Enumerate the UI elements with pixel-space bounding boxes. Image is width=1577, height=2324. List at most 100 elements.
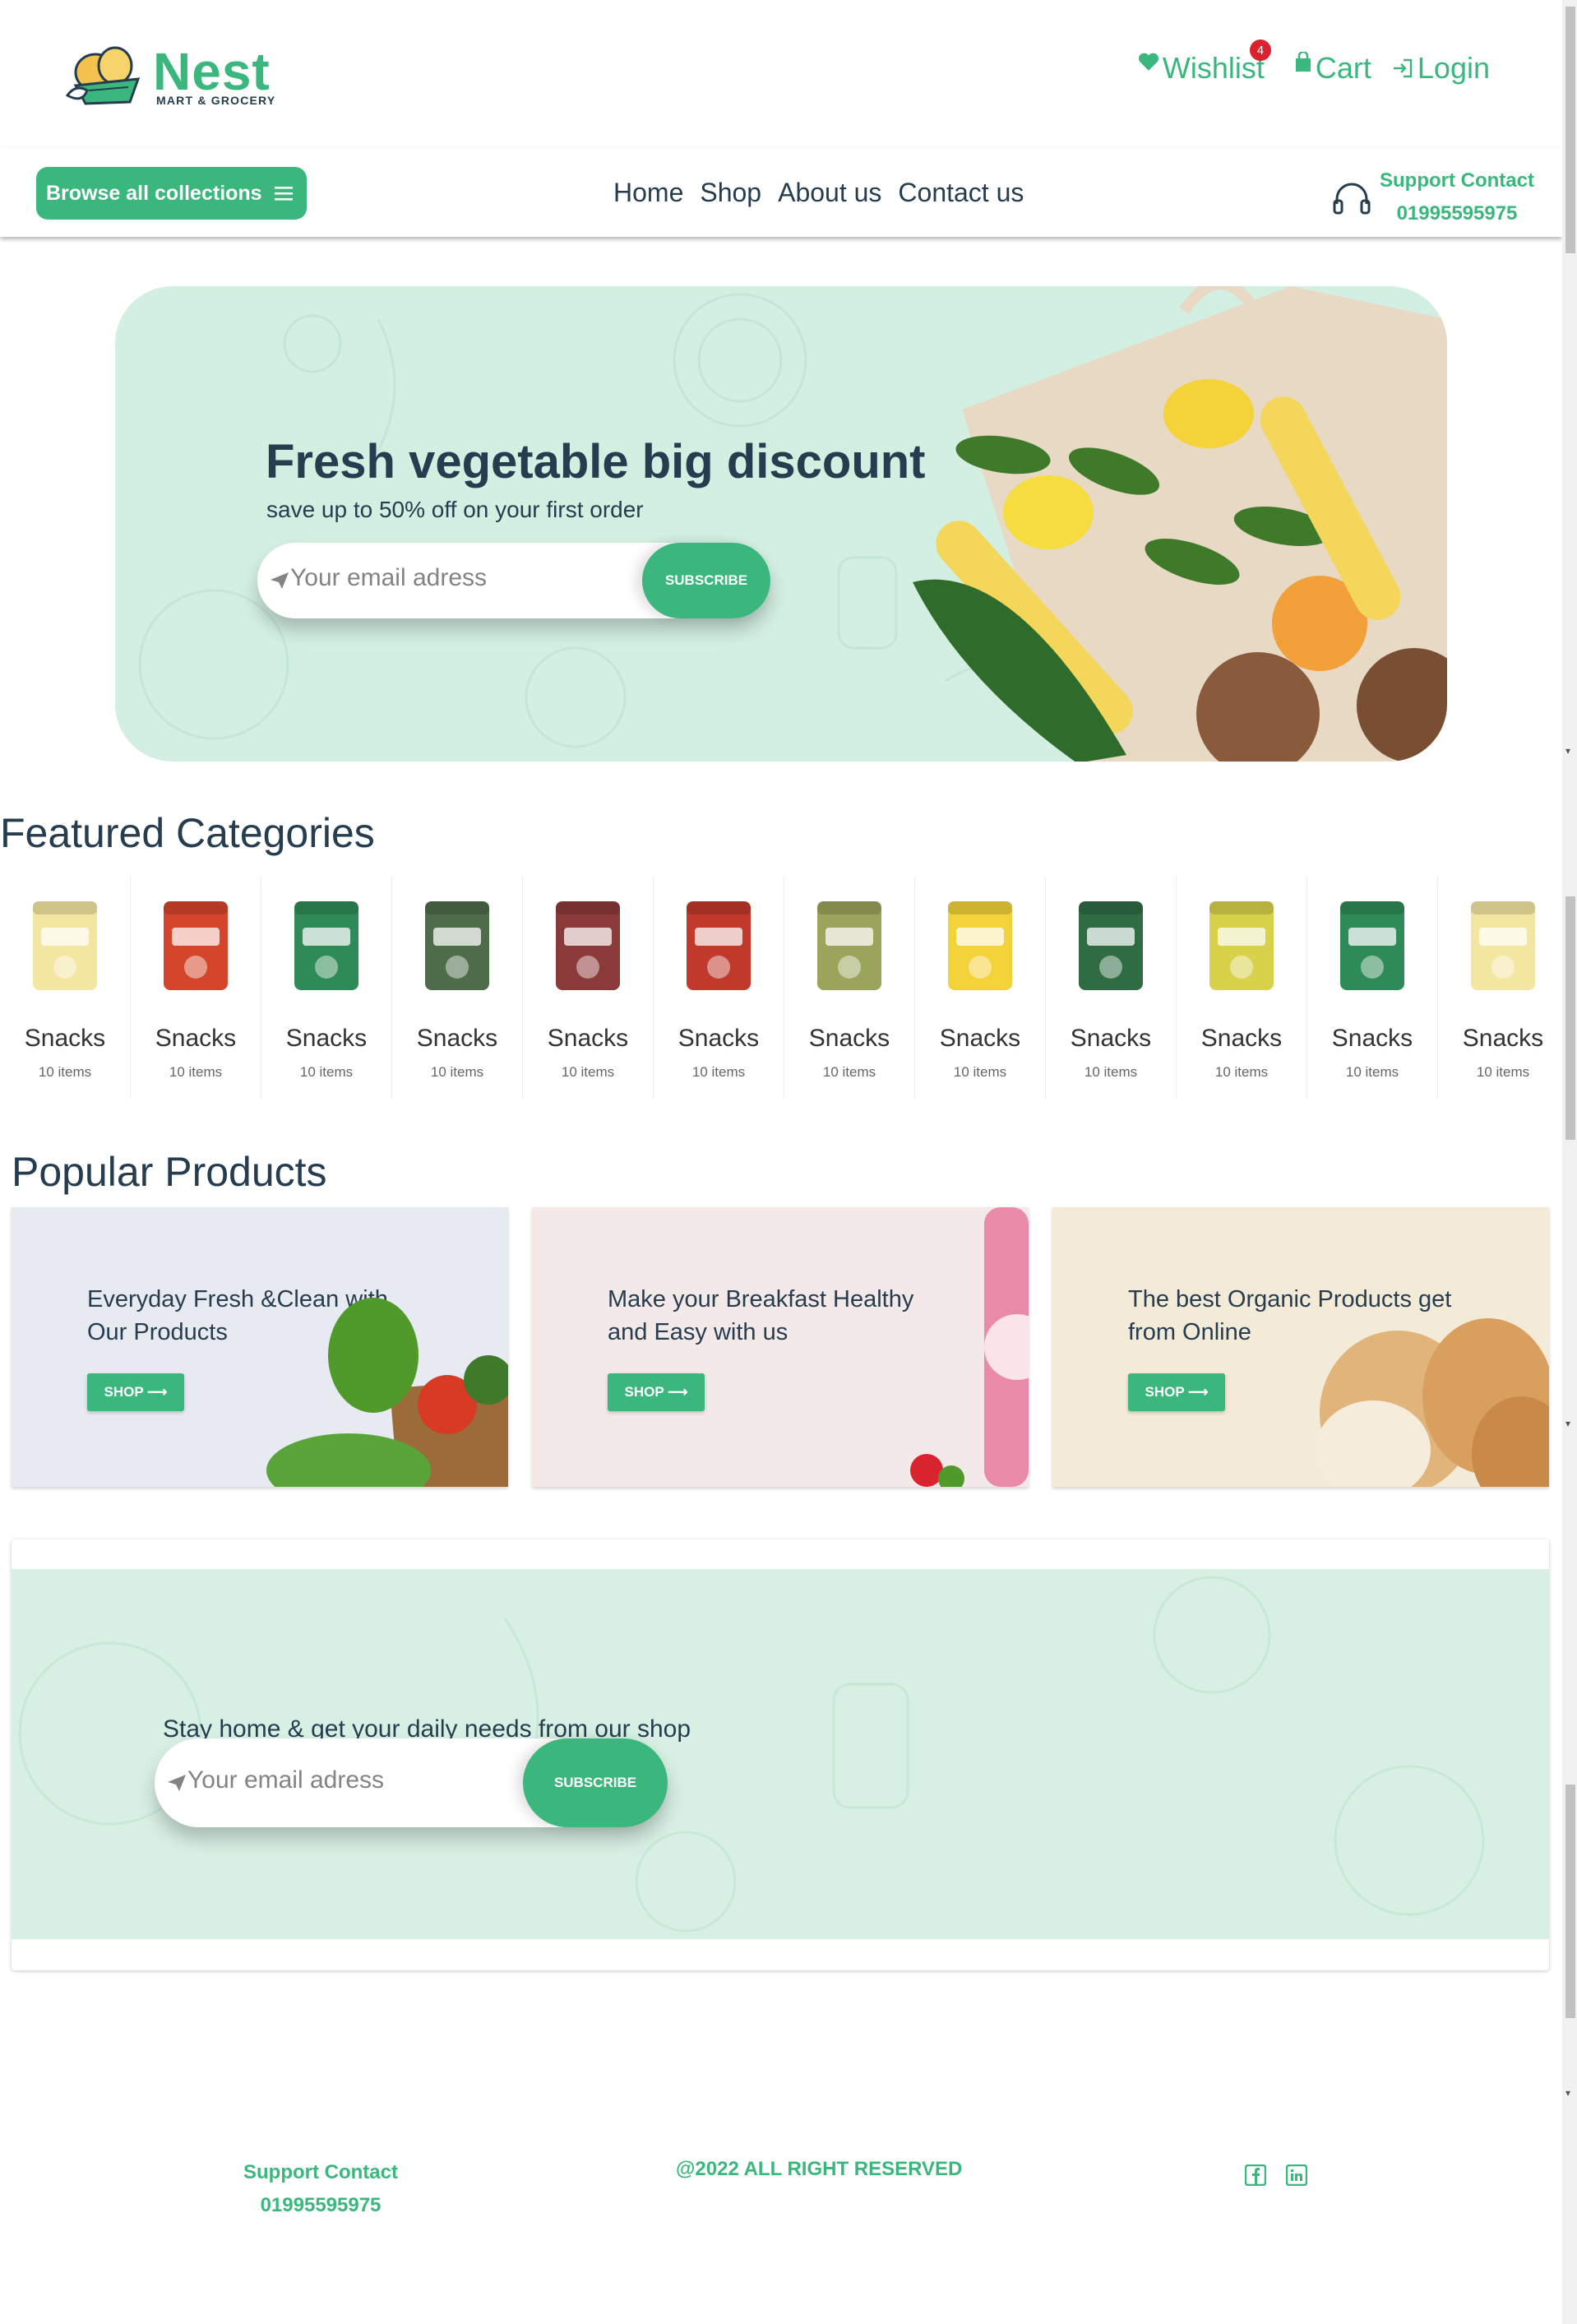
cart-link[interactable]: Cart (1294, 51, 1371, 86)
category-name: Snacks (155, 1025, 237, 1052)
facebook-icon[interactable] (1245, 2164, 1266, 2186)
hero-title: Fresh vegetable big discount (266, 435, 926, 488)
promo-banner[interactable]: Everyday Fresh &Clean with Our Products … (12, 1207, 508, 1487)
nav-link-home[interactable]: Home (613, 178, 683, 208)
shop-button-label: SHOP (624, 1384, 664, 1400)
category-card[interactable]: Snacks 10 items (915, 877, 1046, 1099)
onions-image (1316, 1318, 1549, 1487)
product-package-image (164, 901, 228, 990)
category-card[interactable]: Snacks 10 items (131, 877, 261, 1099)
product-package-image (948, 901, 1012, 990)
nav-link-contact[interactable]: Contact us (898, 178, 1024, 208)
newsletter-email-input[interactable]: Your email adress (187, 1766, 384, 1794)
category-item-count: 10 items (299, 1064, 354, 1080)
wishlist-link[interactable]: Wishlist 4 (1138, 39, 1271, 86)
category-item-count: 10 items (38, 1064, 92, 1080)
featured-categories-list: Snacks 10 items Snacks 10 items Snacks 10 ite… (0, 877, 1569, 1099)
hero-subtitle: save up to 50% off on your first order (266, 497, 644, 522)
heart-icon (1138, 53, 1158, 71)
main-navbar: Browse all collections Home Shop About u… (0, 148, 1562, 237)
promo-banner[interactable]: The best Organic Products get from Onlin… (1052, 1207, 1549, 1487)
login-label: Login (1417, 51, 1490, 85)
linkedin-icon[interactable] (1286, 2164, 1307, 2186)
browse-collections-label: Browse all collections (46, 181, 262, 205)
hero-banner: Fresh vegetable big discount save up to … (115, 286, 1447, 762)
product-package-image (425, 901, 489, 990)
product-package-image (294, 901, 358, 990)
support-contact[interactable]: Support Contact 01995595975 (1332, 164, 1534, 230)
category-card[interactable]: Snacks 10 items (0, 877, 131, 1099)
login-link[interactable]: Login (1391, 51, 1490, 86)
newsletter-subscribe-button[interactable]: SUBSCRIBE (523, 1738, 668, 1827)
logo-wordmark: Nest (153, 42, 271, 101)
category-item-count: 10 items (430, 1064, 484, 1080)
vegetables-tote-bag-image (913, 286, 1447, 762)
nav-link-shop[interactable]: Shop (700, 178, 761, 208)
featured-categories-title: Featured Categories (0, 810, 375, 856)
wishlist-count-badge: 4 (1249, 39, 1271, 61)
hero-subscribe-form: Your email adress SUBSCRIBE (257, 543, 770, 618)
category-name: Snacks (416, 1025, 498, 1052)
product-package-image (1079, 901, 1143, 990)
popular-products-title: Popular Products (12, 1149, 327, 1195)
footer-support-title: Support Contact (243, 2161, 398, 2183)
logo-basket-icon (65, 46, 141, 105)
footer-social-links (1245, 2164, 1307, 2186)
product-package-image (687, 901, 751, 990)
logo-tagline: MART & GROCERY (156, 94, 276, 107)
header-actions: Wishlist 4 Cart Login (1138, 39, 1490, 86)
top-header: Nest MART & GROCERY Wishlist 4 Cart Logi… (0, 0, 1562, 148)
scrollbar-thumb[interactable] (1565, 896, 1575, 1140)
nav-links: Home Shop About us Contact us (613, 178, 1024, 208)
promo-banner-text: Make your Breakfast Healthy and Easy wit… (608, 1286, 914, 1345)
vegetable-basket-image (266, 1298, 508, 1487)
category-card[interactable]: Snacks 10 items (523, 877, 654, 1099)
footer-support-phone: 01995595975 (260, 2194, 382, 2216)
footer-copyright: @2022 ALL RIGHT RESERVED (676, 2158, 963, 2180)
shop-button[interactable]: SHOP ⟶ (87, 1373, 184, 1411)
category-name: Snacks (285, 1025, 368, 1052)
category-name: Snacks (1462, 1025, 1544, 1052)
hero-subscribe-button[interactable]: SUBSCRIBE (642, 543, 770, 618)
category-card[interactable]: Snacks 10 items (261, 877, 392, 1099)
product-package-image (556, 901, 620, 990)
scroll-down-arrow-icon[interactable]: ▾ (1565, 2087, 1570, 2099)
product-package-image (1471, 901, 1535, 990)
footer-support-contact[interactable]: Support Contact 01995595975 (230, 2156, 411, 2222)
category-card[interactable]: Snacks 10 items (1438, 877, 1569, 1099)
shop-button[interactable]: SHOP ⟶ (608, 1373, 705, 1411)
support-contact-text: Support Contact 01995595975 (1380, 164, 1534, 230)
newsletter-card: Stay home & get your daily needs from ou… (12, 1539, 1549, 1970)
promo-banner[interactable]: Make your Breakfast Healthy and Easy wit… (532, 1207, 1029, 1487)
shopping-bag-icon (1295, 52, 1311, 72)
category-item-count: 10 items (1345, 1064, 1399, 1080)
send-icon (269, 543, 290, 618)
scrollbar-thumb[interactable] (1565, 7, 1575, 253)
category-item-count: 10 items (953, 1064, 1007, 1080)
category-item-count: 10 items (1084, 1064, 1138, 1080)
support-phone: 01995595975 (1396, 202, 1518, 225)
newsletter-subscribe-form: Your email adress SUBSCRIBE (155, 1738, 668, 1827)
category-card[interactable]: Snacks 10 items (1177, 877, 1307, 1099)
scroll-down-arrow-icon[interactable]: ▾ (1565, 1418, 1570, 1429)
product-package-image (1340, 901, 1404, 990)
nav-link-about[interactable]: About us (778, 178, 881, 208)
category-card[interactable]: Snacks 10 items (1307, 877, 1438, 1099)
site-logo[interactable]: Nest MART & GROCERY (64, 38, 286, 112)
shop-button[interactable]: SHOP ⟶ (1128, 1373, 1225, 1411)
category-card[interactable]: Snacks 10 items (654, 877, 784, 1099)
login-icon (1393, 58, 1413, 78)
hero-email-input[interactable]: Your email adress (290, 564, 487, 592)
category-card[interactable]: Snacks 10 items (392, 877, 523, 1099)
page-scrollbar[interactable]: ▾ ▾ ▾ (1562, 0, 1577, 2324)
category-name: Snacks (939, 1025, 1021, 1052)
support-title: Support Contact (1380, 169, 1534, 192)
headset-icon (1333, 183, 1371, 215)
arrow-right-icon: ⟶ (1188, 1384, 1209, 1400)
browse-collections-button[interactable]: Browse all collections (36, 167, 307, 220)
cart-label: Cart (1315, 51, 1371, 85)
category-card[interactable]: Snacks 10 items (784, 877, 915, 1099)
scrollbar-thumb[interactable] (1565, 1785, 1575, 2018)
scroll-down-arrow-icon[interactable]: ▾ (1565, 745, 1570, 757)
category-card[interactable]: Snacks 10 items (1046, 877, 1177, 1099)
